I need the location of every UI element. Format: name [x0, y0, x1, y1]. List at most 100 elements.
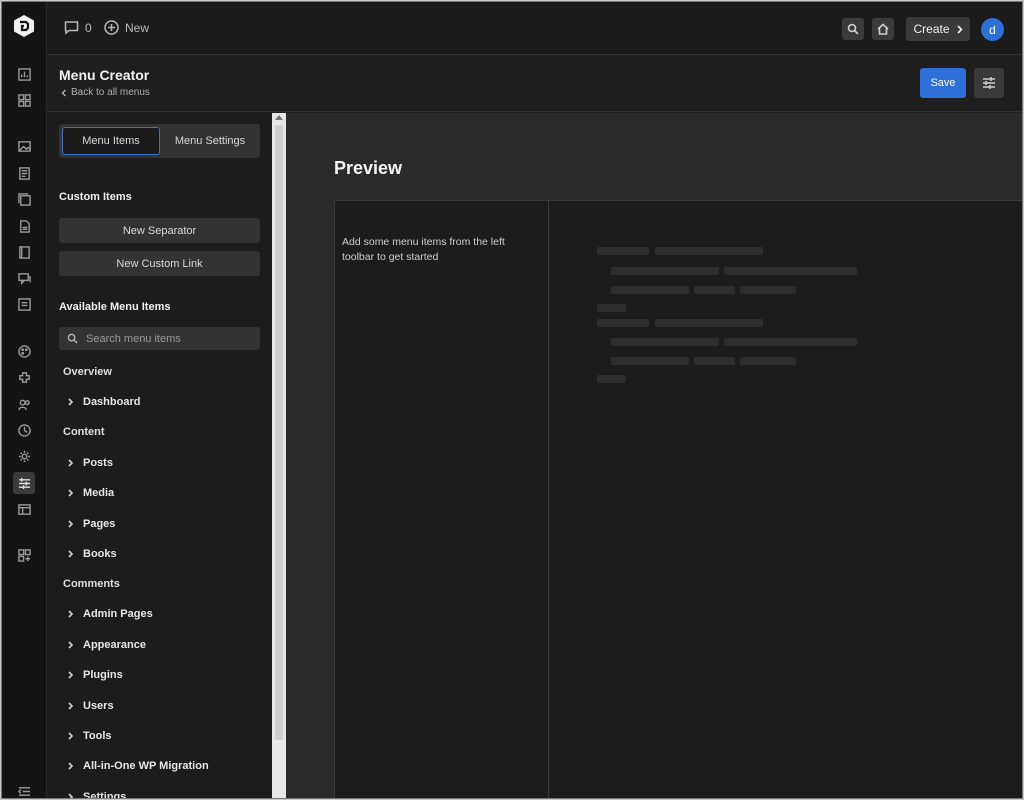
- menu-item-plugins[interactable]: Plugins: [67, 669, 123, 681]
- available-items-heading: Available Menu Items: [59, 301, 171, 313]
- admin-pages-icon[interactable]: [17, 297, 31, 311]
- chevron-right-icon: [68, 610, 74, 618]
- comments-icon[interactable]: [17, 271, 31, 285]
- tab-menu-settings[interactable]: Menu Settings: [162, 127, 258, 155]
- grid-icon[interactable]: [17, 93, 31, 107]
- plugin-icon[interactable]: [17, 370, 31, 384]
- menu-item-label: Admin Pages: [83, 608, 153, 620]
- back-link-label: Back to all menus: [71, 87, 150, 98]
- menu-item-settings[interactable]: Settings: [67, 791, 127, 799]
- menu-item-label: Tools: [83, 730, 112, 742]
- menu-item-media[interactable]: Media: [67, 487, 114, 499]
- menu-items-panel: Menu Items Menu Settings Custom Items Ne…: [47, 113, 272, 799]
- users-icon[interactable]: [17, 397, 31, 411]
- preview-box: Add some menu items from the left toolba…: [334, 200, 1022, 798]
- menu-item-admin-pages[interactable]: Admin Pages: [67, 608, 153, 620]
- menu-item-books[interactable]: Books: [67, 548, 117, 560]
- empty-state-message: Add some menu items from the left toolba…: [342, 236, 505, 263]
- plus-circle-icon: [104, 20, 119, 35]
- custom-items-heading: Custom Items: [59, 191, 132, 203]
- chevron-right-icon: [68, 762, 74, 770]
- chevron-right-icon: [68, 702, 74, 710]
- menu-item-dashboard[interactable]: Dashboard: [67, 396, 140, 408]
- collapse-menu-icon[interactable]: [17, 784, 31, 798]
- search-menu-items[interactable]: [59, 327, 260, 350]
- chevron-left-icon: [61, 89, 66, 96]
- preview-title: Preview: [334, 158, 403, 178]
- search-icon: [847, 23, 859, 35]
- create-button[interactable]: Create: [906, 17, 970, 41]
- menu-item-label: Dashboard: [83, 396, 141, 408]
- create-label: Create: [913, 22, 950, 36]
- page-icon[interactable]: [17, 219, 31, 233]
- new-label: New: [125, 20, 150, 35]
- menu-item-label: Media: [83, 487, 115, 499]
- comments-counter[interactable]: 0: [64, 20, 92, 35]
- scrollbar-thumb[interactable]: [275, 125, 283, 740]
- menu-item-posts[interactable]: Posts: [67, 457, 113, 469]
- menu-item-migration[interactable]: All-in-One WP Migration: [67, 760, 209, 772]
- comment-icon: [64, 21, 79, 35]
- gallery-icon[interactable]: [17, 192, 31, 206]
- gear-icon[interactable]: [17, 449, 31, 463]
- book-icon[interactable]: [17, 245, 31, 259]
- menu-item-label: All-in-One WP Migration: [83, 760, 209, 772]
- avatar[interactable]: d: [981, 18, 1004, 41]
- tools-icon[interactable]: [17, 423, 31, 437]
- app-logo-icon[interactable]: [13, 14, 35, 38]
- new-custom-link-button[interactable]: New Custom Link: [59, 251, 260, 276]
- palette-icon[interactable]: [17, 344, 31, 358]
- menu-creator-icon[interactable]: [13, 472, 35, 494]
- menu-item-users[interactable]: Users: [67, 700, 114, 712]
- menu-settings-toggle-button[interactable]: [974, 68, 1004, 98]
- preview-area: Preview Add some menu items from the lef…: [286, 113, 1022, 798]
- chevron-right-icon: [68, 459, 74, 467]
- posts-icon[interactable]: [17, 166, 31, 180]
- chevron-right-icon: [68, 732, 74, 740]
- chevron-right-icon: [68, 671, 74, 679]
- app-window: 0 New Create d Menu Creator Back to all …: [1, 1, 1023, 799]
- page-title: Menu Creator: [59, 67, 150, 83]
- chevron-right-icon: [68, 793, 74, 798]
- group-overview: Overview: [63, 366, 112, 378]
- back-link[interactable]: Back to all menus: [61, 87, 150, 98]
- dashboard-icon[interactable]: [17, 67, 31, 81]
- home-button[interactable]: [872, 18, 894, 40]
- media-icon[interactable]: [17, 139, 31, 153]
- menu-item-label: Plugins: [83, 669, 123, 681]
- top-bar: 0 New Create d: [47, 2, 1022, 55]
- panel-scrollbar[interactable]: [272, 113, 286, 798]
- home-icon: [877, 23, 889, 35]
- chevron-right-icon: [68, 398, 74, 406]
- search-input[interactable]: [86, 332, 246, 345]
- panel-tabs: Menu Items Menu Settings: [59, 124, 260, 158]
- search-button[interactable]: [842, 18, 864, 40]
- search-icon: [67, 333, 78, 344]
- menu-item-appearance[interactable]: Appearance: [67, 639, 146, 651]
- menu-item-label: Appearance: [83, 639, 146, 651]
- chevron-right-icon: [68, 550, 74, 558]
- chevron-right-icon: [956, 24, 963, 34]
- menu-item-label: Books: [83, 548, 117, 560]
- menu-item-label: Settings: [83, 791, 127, 799]
- scroll-up-arrow-icon[interactable]: [275, 115, 283, 120]
- sliders-icon: [983, 77, 995, 89]
- tab-menu-items[interactable]: Menu Items: [62, 127, 160, 155]
- save-button[interactable]: Save: [920, 68, 966, 98]
- comments-count: 0: [85, 20, 92, 35]
- menu-item-pages[interactable]: Pages: [67, 518, 115, 530]
- menu-item-tools[interactable]: Tools: [67, 730, 112, 742]
- chevron-right-icon: [68, 641, 74, 649]
- page-header: Menu Creator Back to all menus Save: [47, 56, 1022, 112]
- chevron-right-icon: [68, 520, 74, 528]
- table-icon[interactable]: [17, 502, 31, 516]
- preview-menu-column: Add some menu items from the left toolba…: [335, 201, 549, 798]
- group-comments: Comments: [63, 578, 120, 590]
- new-button[interactable]: New: [104, 20, 149, 35]
- new-separator-button[interactable]: New Separator: [59, 218, 260, 243]
- group-content: Content: [63, 426, 105, 438]
- icon-rail: [2, 2, 47, 798]
- widgets-icon[interactable]: [17, 548, 31, 562]
- chevron-right-icon: [68, 489, 74, 497]
- menu-item-label: Pages: [83, 518, 116, 530]
